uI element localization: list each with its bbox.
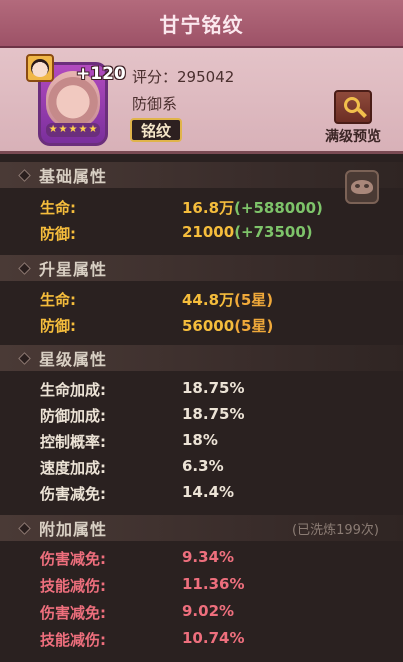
hero-mini-avatar [26,54,54,82]
stat-star: (5星) [234,291,274,309]
stat-label: 伤害减免: [40,604,106,622]
section-title: 附加属性 [39,520,108,539]
level-row: 伤害减免: 14.4% [0,480,403,506]
stat-value: 9.34% [182,548,235,566]
stat-value: 6.3% [182,457,224,475]
stat-label: 防御: [40,225,76,243]
rune-type: 防御系 [132,95,178,113]
stat-star: (5星) [234,317,274,335]
level-row: 生命加成: 18.75% [0,376,403,402]
stat-label: 防御加成: [40,407,106,425]
enhance-level: +120 [76,64,126,84]
extra-row: 伤害减免: 9.02% [0,599,403,625]
diamond-icon [18,521,31,535]
section-base-header: 基础属性 [0,162,403,188]
refine-count: (已洗炼199次) [292,522,379,538]
stat-value: 18% [182,431,218,449]
avatar-face-icon [31,59,49,77]
rune-panel: 甘宁铭纹 ★ ★ ★ ★ ★ +120 评分：295042 防御系 铭纹 满级预… [0,0,403,662]
extra-row: 技能减伤: 10.74% [0,626,403,652]
rune-header: ★ ★ ★ ★ ★ +120 评分：295042 防御系 铭纹 满级预览 [0,48,403,154]
mask-icon [351,180,373,194]
section-level-header: 星级属性 [0,345,403,371]
starup-row-hp: 生命: 44.8万(5星) [0,286,403,312]
stat-value: 21000(+73500) [182,223,313,241]
star-icon: ★ [58,124,68,135]
section-title: 基础属性 [39,167,108,186]
stat-label: 伤害减免: [40,550,106,568]
section-title: 星级属性 [39,350,108,369]
stat-value: 14.4% [182,483,235,501]
stat-value: 10.74% [182,629,245,647]
stat-value: 9.02% [182,602,235,620]
level-row: 控制概率: 18% [0,428,403,454]
diamond-icon [18,168,31,182]
magnifier-book-icon [334,90,372,124]
stat-label: 生命: [40,291,76,309]
stat-label: 技能减伤: [40,577,106,595]
base-row-def: 防御: 21000(+73500) [0,220,403,246]
star-icon: ★ [48,124,58,135]
level-row: 速度加成: 6.3% [0,454,403,480]
stat-label: 生命加成: [40,381,106,399]
stat-label: 防御: [40,317,76,335]
stat-bonus: (+73500) [234,223,313,241]
level-row: 防御加成: 18.75% [0,402,403,428]
extra-row: 技能减伤: 11.36% [0,572,403,598]
diamond-icon [18,261,31,275]
preview-label: 满级预览 [325,129,381,145]
star-icon: ★ [68,124,78,135]
score-line: 评分：295042 [132,66,234,87]
rune-tag: 铭纹 [130,118,182,142]
star-icon: ★ [78,124,88,135]
stat-value: 18.75% [182,405,245,423]
section-extra-header: 附加属性 (已洗炼199次) [0,515,403,541]
title-bar: 甘宁铭纹 [0,0,403,48]
starup-row-def: 防御: 56000(5星) [0,312,403,338]
score-label: 评分： [132,68,178,86]
stat-value: 44.8万(5星) [182,291,274,309]
max-level-preview-button[interactable]: 满级预览 [320,90,386,146]
star-icon: ★ [88,124,98,135]
stat-label: 生命: [40,199,76,217]
stat-value: 16.8万(+588000) [182,199,323,217]
stat-value: 11.36% [182,575,245,593]
star-rating: ★ ★ ★ ★ ★ [46,123,100,137]
stat-value: 56000(5星) [182,317,274,335]
diamond-icon [18,351,31,365]
section-starup-header: 升星属性 [0,255,403,281]
page-title: 甘宁铭纹 [159,12,244,37]
extra-row: 伤害减免: 9.34% [0,545,403,571]
stat-label: 伤害减免: [40,485,106,503]
stat-label: 技能减伤: [40,631,106,649]
score-value: 295042 [177,68,235,86]
stat-label: 速度加成: [40,459,106,477]
stat-bonus: (+588000) [234,199,323,217]
stat-value: 18.75% [182,379,245,397]
section-title: 升星属性 [39,260,108,279]
stat-label: 控制概率: [40,433,106,451]
base-row-hp: 生命: 16.8万(+588000) [0,194,403,220]
